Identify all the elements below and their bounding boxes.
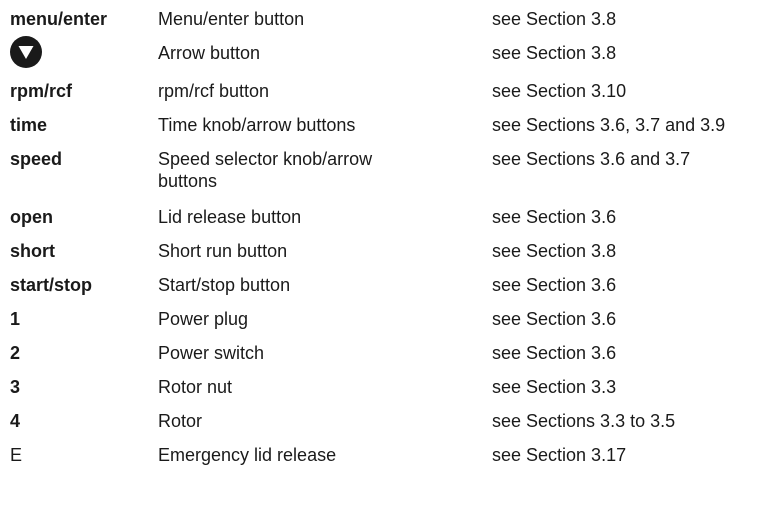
legend-reference: see Sections 3.6 and 3.7 [492,149,691,169]
legend-row-2: 2 Power switch see Section 3.6 [10,342,770,376]
legend-row-menu-enter: menu/enter Menu/enter button see Section… [10,8,770,42]
legend-description: Speed selector knob/arrow buttons [158,149,373,191]
legend-row-time: time Time knob/arrow buttons see Section… [10,114,770,148]
legend-key [10,36,158,68]
legend-reference: see Sections 3.3 to 3.5 [492,411,676,431]
legend-row-4: 4 Rotor see Sections 3.3 to 3.5 [10,410,770,444]
legend-row-rpm-rcf: rpm/rcf rpm/rcf button see Section 3.10 [10,80,770,114]
legend-description: rpm/rcf button [158,81,270,101]
legend-key: 3 [10,377,21,397]
legend-key: short [10,241,55,261]
legend-description: Rotor [158,411,203,431]
legend-description: Power plug [158,309,249,329]
legend-row-1: 1 Power plug see Section 3.6 [10,308,770,342]
legend-reference: see Section 3.8 [492,241,617,261]
legend-key: 2 [10,343,21,363]
legend-row-short: short Short run button see Section 3.8 [10,240,770,274]
legend-row-start-stop: start/stop Start/stop button see Section… [10,274,770,308]
legend-description: Time knob/arrow buttons [158,115,356,135]
legend-description: Rotor nut [158,377,233,397]
legend-key: menu/enter [10,9,108,29]
legend-key: speed [10,149,63,169]
legend-reference: see Section 3.8 [492,9,617,29]
legend-key: start/stop [10,275,93,295]
legend-description: Power switch [158,343,265,363]
arrow-down-circle-icon [10,36,42,68]
legend-key: time [10,115,48,135]
legend-key: rpm/rcf [10,81,73,101]
legend-reference: see Section 3.6 [492,343,617,363]
legend-row-speed: speed Speed selector knob/arrow buttons … [10,148,770,206]
legend-row-3: 3 Rotor nut see Section 3.3 [10,376,770,410]
legend-description: Lid release button [158,207,302,227]
legend-description: Short run button [158,241,288,261]
legend-key: E [10,445,23,465]
legend-key: open [10,207,53,227]
legend-table: menu/enter Menu/enter button see Section… [10,8,770,478]
legend-reference: see Sections 3.6, 3.7 and 3.9 [492,115,726,135]
legend-key: 4 [10,411,21,431]
legend-reference: see Section 3.6 [492,207,617,227]
legend-reference: see Section 3.17 [492,445,627,465]
legend-reference: see Section 3.3 [492,377,617,397]
legend-reference: see Section 3.10 [492,81,627,101]
legend-description: Emergency lid release [158,445,337,465]
legend-description: Menu/enter button [158,9,305,29]
legend-row-arrow: Arrow button see Section 3.8 [10,36,770,80]
legend-key: 1 [10,309,21,329]
legend-row-open: open Lid release button see Section 3.6 [10,206,770,240]
legend-description: Start/stop button [158,275,291,295]
legend-reference: see Section 3.8 [492,43,617,63]
legend-description: Arrow button [158,43,261,63]
legend-reference: see Section 3.6 [492,309,617,329]
legend-reference: see Section 3.6 [492,275,617,295]
legend-row-e: E Emergency lid release see Section 3.17 [10,444,770,478]
